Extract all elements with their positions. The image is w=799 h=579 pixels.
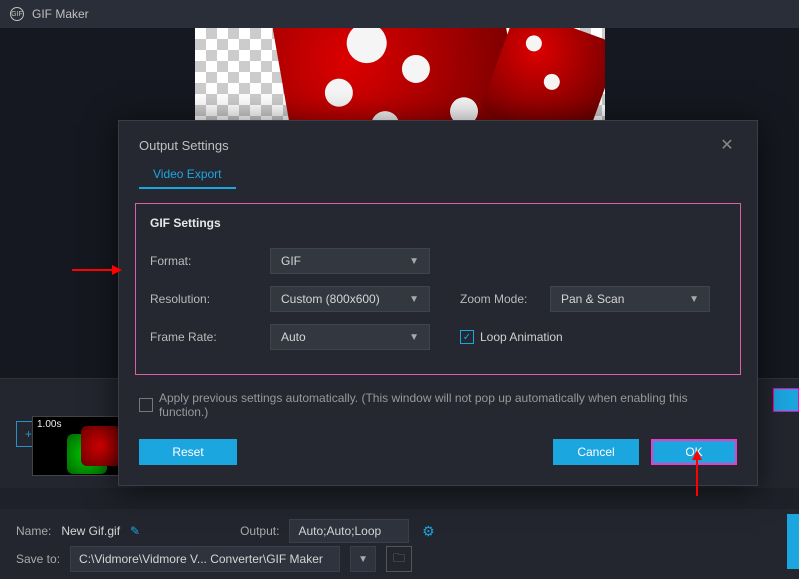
resolution-value: Custom (800x600): [281, 292, 380, 306]
chevron-down-icon: ▼: [689, 294, 699, 305]
export-button[interactable]: [787, 514, 799, 569]
apply-previous-label: Apply previous settings automatically. (…: [159, 391, 737, 419]
plus-icon: +: [25, 427, 32, 441]
output-label: Output:: [240, 524, 279, 538]
close-icon[interactable]: ✕: [717, 135, 737, 155]
format-value: GIF: [281, 254, 301, 268]
app-logo-icon: GIF: [10, 7, 24, 21]
open-folder-icon[interactable]: 🗀: [386, 546, 412, 572]
framerate-label: Frame Rate:: [150, 330, 270, 344]
footer: Name: New Gif.gif ✎ Output: Auto;Auto;Lo…: [0, 509, 799, 579]
thumb-duration: 1.00s: [37, 419, 61, 430]
saveto-label: Save to:: [16, 552, 60, 566]
framerate-select[interactable]: Auto ▼: [270, 324, 430, 350]
dialog-title: Output Settings: [139, 138, 229, 153]
output-settings-icon[interactable]: ⚙: [419, 522, 437, 540]
apply-previous-checkbox[interactable]: ✓: [139, 398, 153, 412]
name-value: New Gif.gif: [61, 524, 120, 538]
chevron-down-icon: ▼: [409, 256, 419, 267]
saveto-value[interactable]: C:\Vidmore\Vidmore V... Converter\GIF Ma…: [70, 546, 340, 572]
output-settings-dialog: Output Settings ✕ Video Export GIF Setti…: [118, 120, 758, 486]
format-select[interactable]: GIF ▼: [270, 248, 430, 274]
reset-button[interactable]: Reset: [139, 439, 237, 465]
section-heading: GIF Settings: [150, 216, 726, 230]
framerate-value: Auto: [281, 330, 306, 344]
loop-label: Loop Animation: [480, 330, 563, 344]
loop-checkbox[interactable]: ✓: [460, 330, 474, 344]
resolution-label: Resolution:: [150, 292, 270, 306]
zoom-select[interactable]: Pan & Scan ▼: [550, 286, 710, 312]
app-title: GIF Maker: [32, 7, 89, 21]
resolution-select[interactable]: Custom (800x600) ▼: [270, 286, 430, 312]
saveto-dropdown-icon[interactable]: ▼: [350, 546, 376, 572]
play-button[interactable]: [773, 388, 799, 412]
zoom-label: Zoom Mode:: [460, 292, 550, 306]
ok-button[interactable]: OK: [651, 439, 737, 465]
cancel-button[interactable]: Cancel: [553, 439, 639, 465]
name-label: Name:: [16, 524, 51, 538]
chevron-down-icon: ▼: [409, 332, 419, 343]
output-value: Auto;Auto;Loop: [289, 519, 409, 543]
titlebar: GIF GIF Maker: [0, 0, 799, 28]
zoom-value: Pan & Scan: [561, 292, 624, 306]
gif-settings-panel: GIF Settings Format: GIF ▼ Resolution: C…: [135, 203, 741, 375]
tab-video-export[interactable]: Video Export: [139, 161, 236, 189]
edit-name-icon[interactable]: ✎: [130, 524, 140, 538]
format-label: Format:: [150, 254, 270, 268]
chevron-down-icon: ▼: [409, 294, 419, 305]
